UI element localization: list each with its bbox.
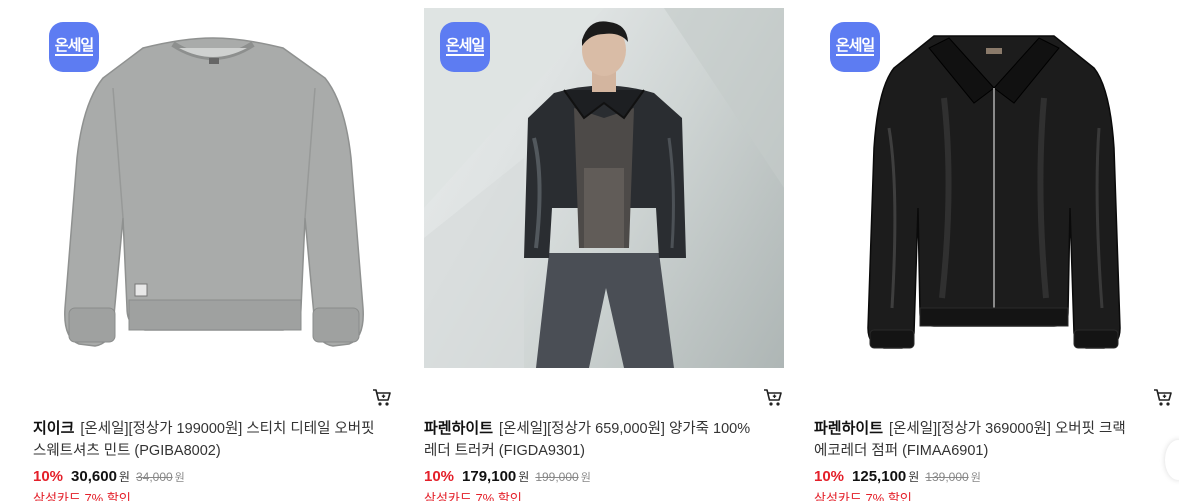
- product-card[interactable]: 온세일 파렌하이트 [온세일][정상가 659,000원] 양가죽 100% 레더…: [424, 8, 784, 501]
- cart-icon[interactable]: [762, 386, 784, 408]
- card-promo: 삼성카드 7% 할인: [33, 491, 131, 501]
- product-title: [온세일][정상가 199000원] 스티치 디테일 오버핏 스웨트셔츠 민트 …: [33, 421, 375, 459]
- cart-icon[interactable]: [371, 386, 393, 408]
- product-title-link[interactable]: 파렌하이트 [온세일][정상가 369000원] 오버핏 크랙 에코레더 점퍼 (…: [814, 418, 1164, 462]
- discount-rate: 10%: [814, 468, 845, 485]
- product-title-link[interactable]: 지이크 [온세일][정상가 199000원] 스티치 디테일 오버핏 스웨트셔츠 …: [33, 418, 383, 462]
- product-image[interactable]: 온세일: [33, 8, 393, 368]
- original-currency-unit: 원: [174, 472, 185, 484]
- product-image[interactable]: 온세일: [814, 8, 1174, 368]
- sale-price: 125,100: [852, 468, 907, 485]
- card-promo: 삼성카드 7% 할인: [424, 491, 522, 501]
- product-title-link[interactable]: 파렌하이트 [온세일][정상가 659,000원] 양가죽 100% 레더 트러커…: [424, 418, 774, 462]
- price-row: 10% 125,100 원 139,000 원: [814, 468, 1164, 485]
- discount-rate: 10%: [33, 468, 64, 485]
- card-promo: 삼성카드 7% 할인: [814, 491, 912, 501]
- scroll-next-button[interactable]: [1165, 440, 1179, 480]
- sale-price: 179,100: [462, 468, 517, 485]
- product-info: 파렌하이트 [온세일][정상가 659,000원] 양가죽 100% 레더 트러커…: [424, 418, 774, 501]
- currency-unit: 원: [518, 470, 530, 484]
- on-sale-badge: 온세일: [830, 22, 880, 72]
- currency-unit: 원: [118, 470, 130, 484]
- product-grid: 온세일 지이크 [온세일][정상가 199000원] 스티치 디테일 오버핏 스웨…: [0, 0, 1179, 501]
- price-row: 10% 179,100 원 199,000 원: [424, 468, 774, 485]
- currency-unit: 원: [908, 470, 920, 484]
- original-price: 199,000: [535, 470, 579, 484]
- on-sale-badge: 온세일: [440, 22, 490, 72]
- brand-name: 파렌하이트: [424, 420, 494, 437]
- sale-price: 30,600: [71, 468, 117, 485]
- original-price: 139,000: [925, 470, 969, 484]
- product-card[interactable]: 온세일 파렌하이트 [온세일][정상가 369000원] 오버핏 크랙 에코레더 …: [814, 8, 1174, 501]
- original-currency-unit: 원: [970, 472, 981, 484]
- discount-rate: 10%: [424, 468, 455, 485]
- original-price: 34,000: [135, 470, 173, 484]
- price-row: 10% 30,600 원 34,000 원: [33, 468, 383, 485]
- original-currency-unit: 원: [580, 472, 591, 484]
- brand-name: 지이크: [33, 420, 75, 437]
- product-image[interactable]: 온세일: [424, 8, 784, 368]
- brand-name: 파렌하이트: [814, 420, 884, 437]
- on-sale-badge: 온세일: [49, 22, 99, 72]
- cart-icon[interactable]: [1152, 386, 1174, 408]
- product-info: 지이크 [온세일][정상가 199000원] 스티치 디테일 오버핏 스웨트셔츠 …: [33, 418, 383, 501]
- product-info: 파렌하이트 [온세일][정상가 369000원] 오버핏 크랙 에코레더 점퍼 (…: [814, 418, 1164, 501]
- product-card[interactable]: 온세일 지이크 [온세일][정상가 199000원] 스티치 디테일 오버핏 스웨…: [33, 8, 393, 501]
